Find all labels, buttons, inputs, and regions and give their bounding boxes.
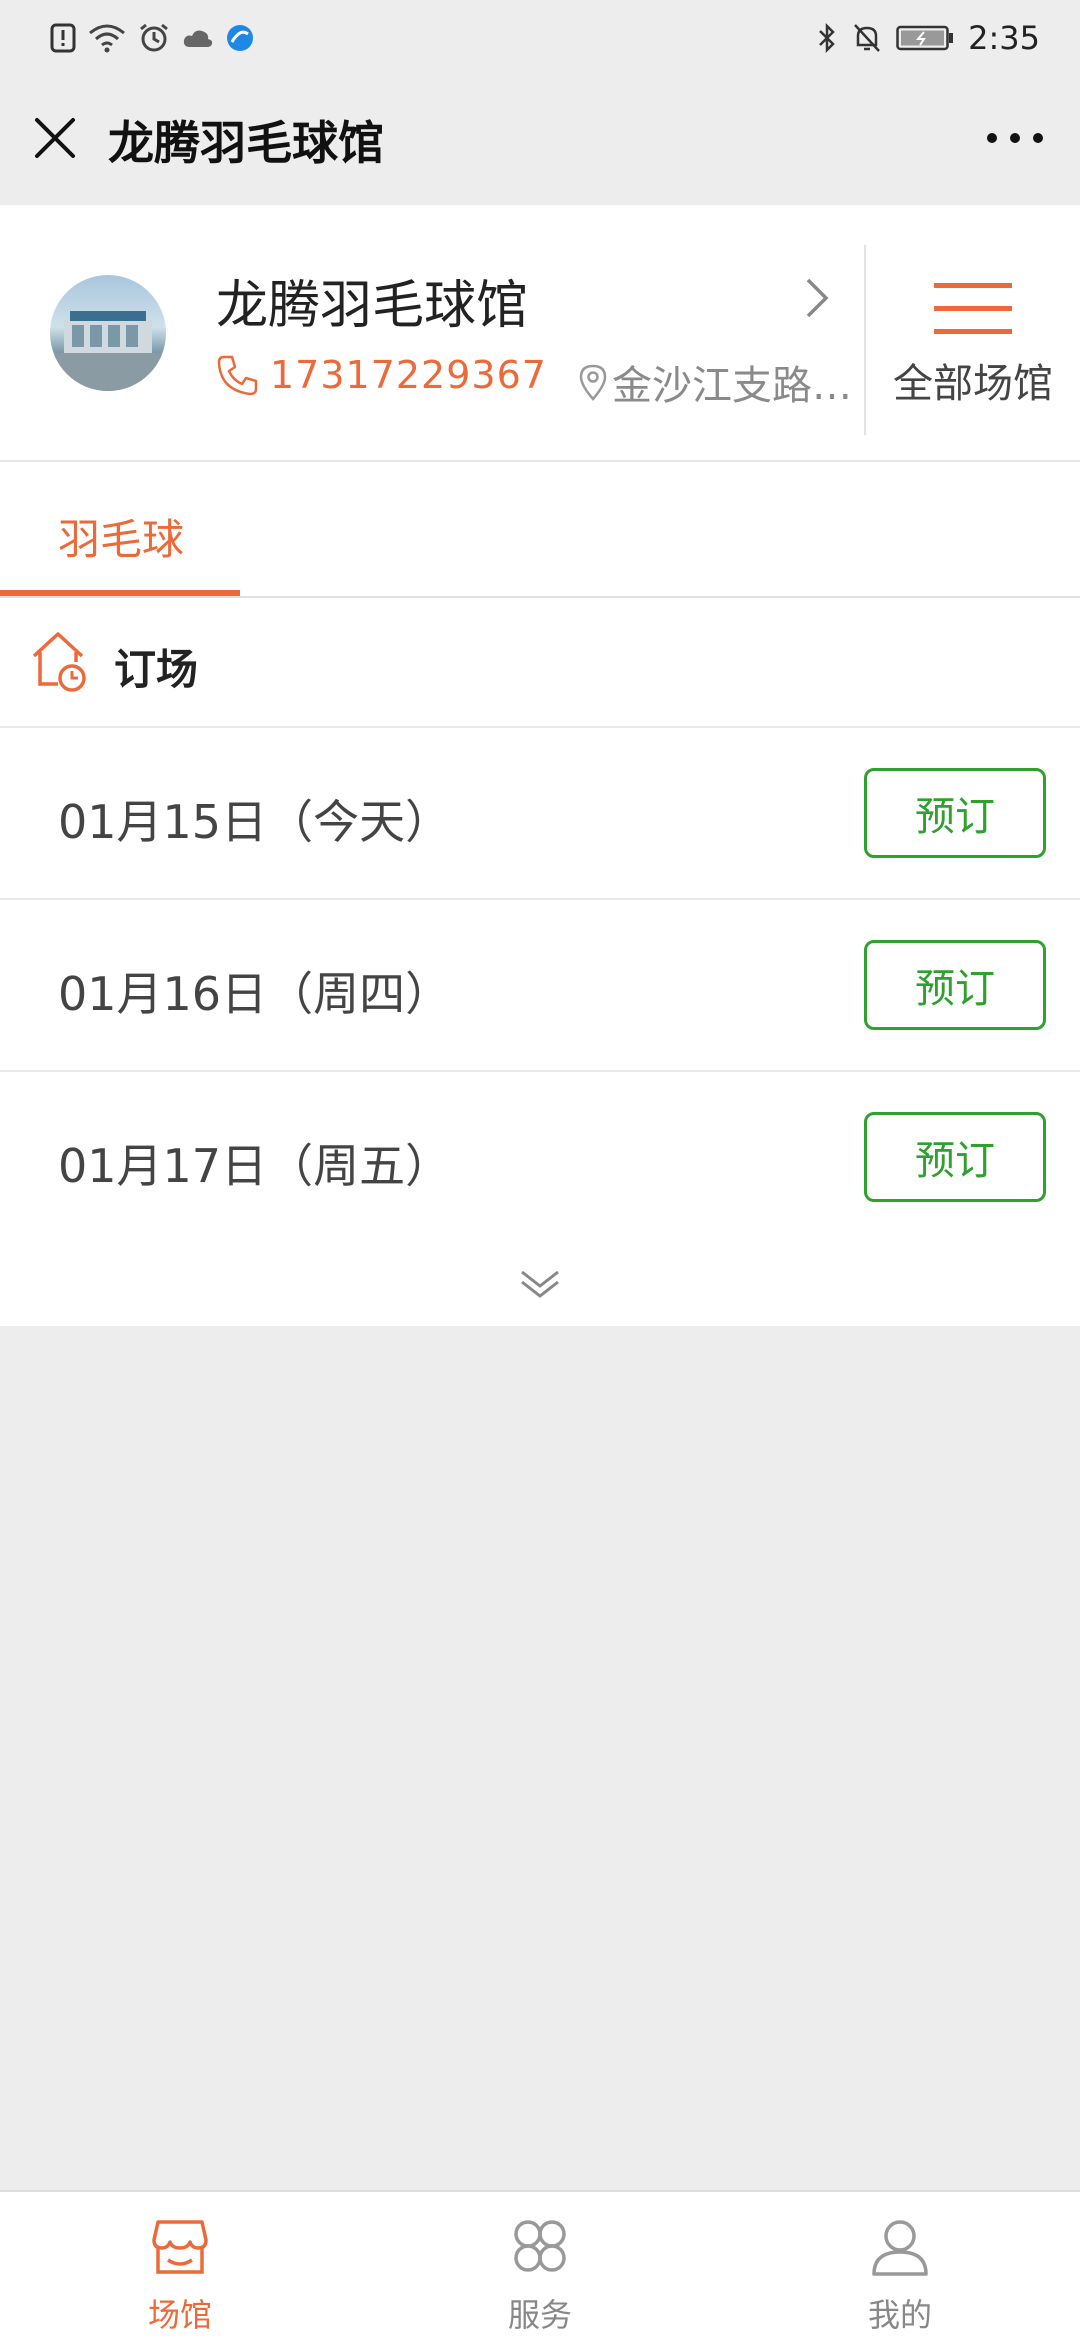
alarm-icon <box>140 23 168 52</box>
tab-label: 羽毛球 <box>58 515 185 564</box>
grid-icon <box>514 2220 566 2272</box>
date-label: 01月16日（周四） <box>58 967 452 1021</box>
browser-icon <box>227 25 253 51</box>
address-text[interactable]: 金沙江支路… <box>612 353 852 411</box>
page-title: 龙腾羽毛球馆 <box>108 116 384 170</box>
tab-services[interactable]: 服务 <box>440 2192 640 2342</box>
tab-active-indicator <box>0 590 240 596</box>
sport-tabs: 羽毛球 <box>0 462 1080 598</box>
venue-address[interactable]: 金沙江支路… <box>578 353 868 411</box>
venue-card: 龙腾羽毛球馆 17317229367 金沙江支路… 全部场馆 <box>0 205 1080 462</box>
book-button[interactable]: 预订 <box>864 768 1046 858</box>
date-label: 01月17日（周五） <box>58 1139 452 1193</box>
status-icons-left <box>50 18 254 58</box>
book-button[interactable]: 预订 <box>864 940 1046 1030</box>
book-button[interactable]: 预订 <box>864 1112 1046 1202</box>
tab-label: 场馆 <box>147 2296 212 2334</box>
date-label: 01月15日（今天） <box>58 795 452 849</box>
booking-section-header: 订场 <box>0 598 1080 728</box>
venue-avatar[interactable] <box>50 275 166 391</box>
bottom-tab-bar: 场馆 服务 我的 <box>0 2190 1080 2342</box>
venue-booking-icon <box>32 632 86 692</box>
bluetooth-icon <box>819 22 835 54</box>
cloud-icon <box>183 30 213 47</box>
alert-icon <box>50 23 76 53</box>
venue-photo <box>50 311 166 391</box>
nav-bar: 龙腾羽毛球馆 <box>0 75 1080 205</box>
venue-name[interactable]: 龙腾羽毛球馆 <box>216 263 528 338</box>
date-row: 01月15日（今天） 预订 <box>0 728 1080 900</box>
profile-icon <box>872 2220 928 2276</box>
expand-more-row[interactable] <box>0 1242 1080 1326</box>
location-pin-icon <box>579 364 607 401</box>
tab-badminton[interactable]: 羽毛球 <box>0 462 240 596</box>
venue-phone[interactable]: 17317229367 <box>216 353 547 397</box>
menu-icon <box>934 283 1012 334</box>
mute-icon <box>854 24 881 52</box>
status-time: 2:35 <box>968 19 1040 57</box>
phone-number[interactable]: 17317229367 <box>270 353 547 397</box>
status-bar: 2:35 <box>0 0 1080 75</box>
close-icon[interactable] <box>30 113 80 163</box>
date-row: 01月17日（周五） 预订 <box>0 1072 1080 1244</box>
store-icon <box>152 2220 208 2274</box>
all-venues-button[interactable]: 全部场馆 <box>866 255 1080 407</box>
double-chevron-down-icon[interactable] <box>518 1266 562 1302</box>
phone-icon <box>217 355 258 396</box>
all-venues-label: 全部场馆 <box>893 361 1053 407</box>
chevron-right-icon[interactable] <box>800 270 836 326</box>
date-row: 01月16日（周四） 预订 <box>0 900 1080 1072</box>
status-icons-right: 2:35 <box>816 18 1040 58</box>
tab-label: 我的 <box>867 2296 932 2334</box>
tab-mine[interactable]: 我的 <box>800 2192 1000 2342</box>
battery-icon <box>896 25 954 51</box>
tab-label: 服务 <box>507 2296 572 2334</box>
wifi-icon <box>89 24 125 53</box>
more-icon[interactable] <box>980 113 1050 163</box>
tab-venues[interactable]: 场馆 <box>80 2192 280 2342</box>
section-title: 订场 <box>114 645 199 694</box>
